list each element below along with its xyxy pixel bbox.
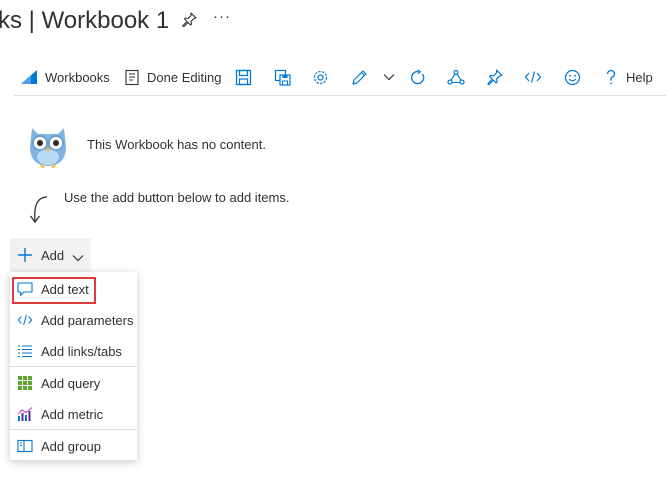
add-button[interactable]: Add: [10, 238, 91, 272]
edit-button[interactable]: [351, 60, 368, 94]
menu-item-label: Add links/tabs: [41, 344, 122, 359]
menu-divider: [10, 429, 137, 430]
workbooks-icon: [20, 69, 38, 85]
edit-icon: [351, 69, 368, 86]
refresh-button[interactable]: [409, 60, 426, 94]
share-button[interactable]: [447, 60, 465, 94]
menu-item-label: Add metric: [41, 407, 104, 422]
menu-item-add-parameters[interactable]: Add parameters: [10, 305, 137, 335]
pin-icon[interactable]: [181, 12, 197, 33]
done-editing-button[interactable]: Done Editing: [124, 60, 221, 94]
plus-icon: [17, 247, 33, 266]
save-icon: [235, 69, 252, 86]
edit-dropdown-button[interactable]: [382, 60, 396, 94]
more-icon[interactable]: ···: [213, 8, 231, 25]
grid-icon: [17, 375, 33, 391]
list-icon: [17, 343, 33, 359]
pin-icon: [486, 68, 503, 86]
code-icon: [524, 69, 542, 85]
help-icon: [605, 69, 617, 86]
settings-icon: [312, 69, 329, 86]
menu-item-add-text[interactable]: Add text: [10, 274, 137, 304]
add-button-label: Add: [41, 248, 65, 263]
empty-state-owl: [24, 121, 72, 169]
empty-state-hint: Use the add button below to add items.: [64, 190, 290, 205]
code-icon: [17, 312, 33, 328]
save-as-button[interactable]: [274, 60, 291, 94]
menu-item-add-group[interactable]: Add group: [10, 431, 137, 461]
menu-divider: [10, 366, 137, 367]
group-icon: [17, 438, 33, 454]
highlight-box: [12, 277, 96, 304]
menu-item-label: Add parameters: [41, 313, 134, 328]
feedback-icon: [564, 69, 581, 86]
help-button[interactable]: Help: [605, 60, 653, 94]
chevron-down-icon: [382, 72, 396, 82]
feedback-button[interactable]: [564, 60, 581, 94]
menu-item-label: Add group: [41, 439, 101, 454]
help-label: Help: [626, 69, 653, 85]
workbooks-button[interactable]: Workbooks: [20, 60, 110, 94]
metric-chart-icon: [17, 406, 33, 422]
workbooks-label: Workbooks: [45, 69, 110, 85]
menu-item-label: Add query: [41, 376, 101, 391]
done-editing-icon: [124, 69, 140, 86]
code-button[interactable]: [524, 60, 542, 94]
page-title: ks | Workbook 1: [0, 7, 170, 34]
toolbar: Workbooks Done Editing Help: [14, 60, 666, 96]
settings-button[interactable]: [312, 60, 329, 94]
menu-item-add-query[interactable]: Add query: [10, 368, 137, 398]
owl-icon: [30, 128, 66, 169]
save-as-icon: [274, 69, 291, 86]
done-editing-label: Done Editing: [147, 69, 222, 85]
menu-item-add-metric[interactable]: Add metric: [10, 399, 137, 429]
menu-item-add-links-tabs[interactable]: Add links/tabs: [10, 336, 137, 366]
pin-button[interactable]: [486, 60, 503, 94]
empty-state-message: This Workbook has no content.: [87, 137, 266, 152]
save-button[interactable]: [235, 60, 252, 94]
refresh-icon: [409, 68, 426, 86]
chevron-down-icon: [71, 251, 85, 266]
add-menu: Add text Add parameters Add links/tabs A…: [10, 272, 137, 460]
curved-arrow-icon: [25, 195, 49, 230]
share-icon: [447, 69, 465, 86]
